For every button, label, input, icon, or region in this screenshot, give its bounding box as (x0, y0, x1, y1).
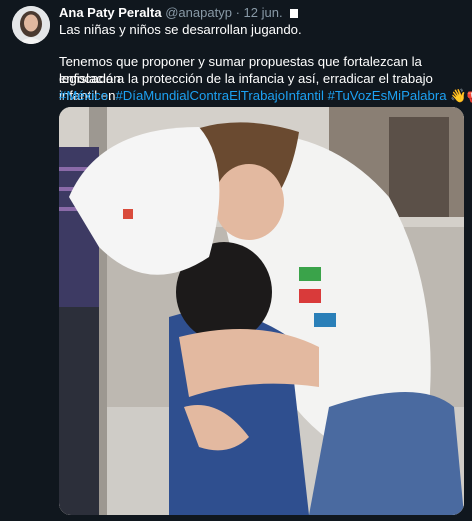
waving-hand-icon: 👋 (450, 88, 467, 103)
tweet-date[interactable]: 12 jun. (244, 5, 283, 20)
photo-image (59, 107, 464, 515)
tweet-text-line-4: #México. #DíaMundialContraElTrabajoInfan… (59, 87, 472, 104)
hashtag-dia-mundial[interactable]: #DíaMundialContraElTrabajoInfantil (115, 88, 323, 103)
square-icon (290, 9, 299, 18)
author-handle[interactable]: @anapatyp (165, 5, 232, 20)
megaphone-icon: 📢 (467, 88, 472, 103)
avatar[interactable] (12, 6, 50, 44)
separator: · (235, 5, 240, 20)
period: . (108, 88, 112, 103)
tweet[interactable]: Ana Paty Peralta @anapatyp · 12 jun. Las… (0, 0, 472, 521)
avatar-image (12, 6, 50, 44)
author-name[interactable]: Ana Paty Peralta (59, 5, 162, 20)
tweet-header: Ana Paty Peralta @anapatyp · 12 jun. (59, 5, 299, 20)
hashtag-mexico[interactable]: #México (59, 88, 108, 103)
tweet-text-line-1: Las niñas y niños se desarrollan jugando… (59, 22, 302, 37)
tweet-photo[interactable] (59, 107, 464, 515)
hashtag-tu-voz[interactable]: #TuVozEsMiPalabra (328, 88, 447, 103)
